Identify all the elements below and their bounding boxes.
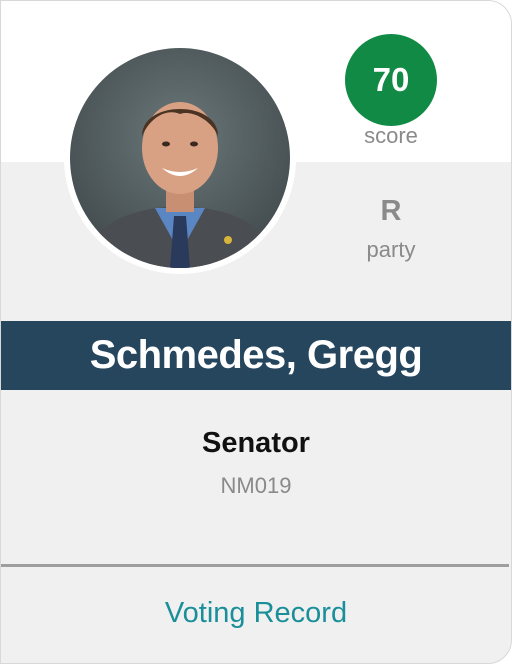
divider [1, 564, 509, 567]
legislator-name: Schmedes, Gregg [89, 333, 423, 377]
score-value: 70 [372, 61, 410, 98]
party-value: R [380, 195, 402, 227]
portrait-photo [64, 42, 296, 274]
name-banner: Schmedes, Gregg [1, 321, 511, 390]
district-code: NM019 [220, 473, 292, 498]
legislator-title: Senator [202, 427, 310, 459]
voting-record-link[interactable]: Voting Record [1, 597, 511, 630]
score-label: score [364, 123, 418, 148]
party-label: party [366, 237, 416, 262]
legislator-card: 70 score R party Schmedes, Gregg Senator… [0, 0, 512, 664]
portrait-image [70, 48, 290, 268]
score-badge: 70 [345, 34, 437, 126]
